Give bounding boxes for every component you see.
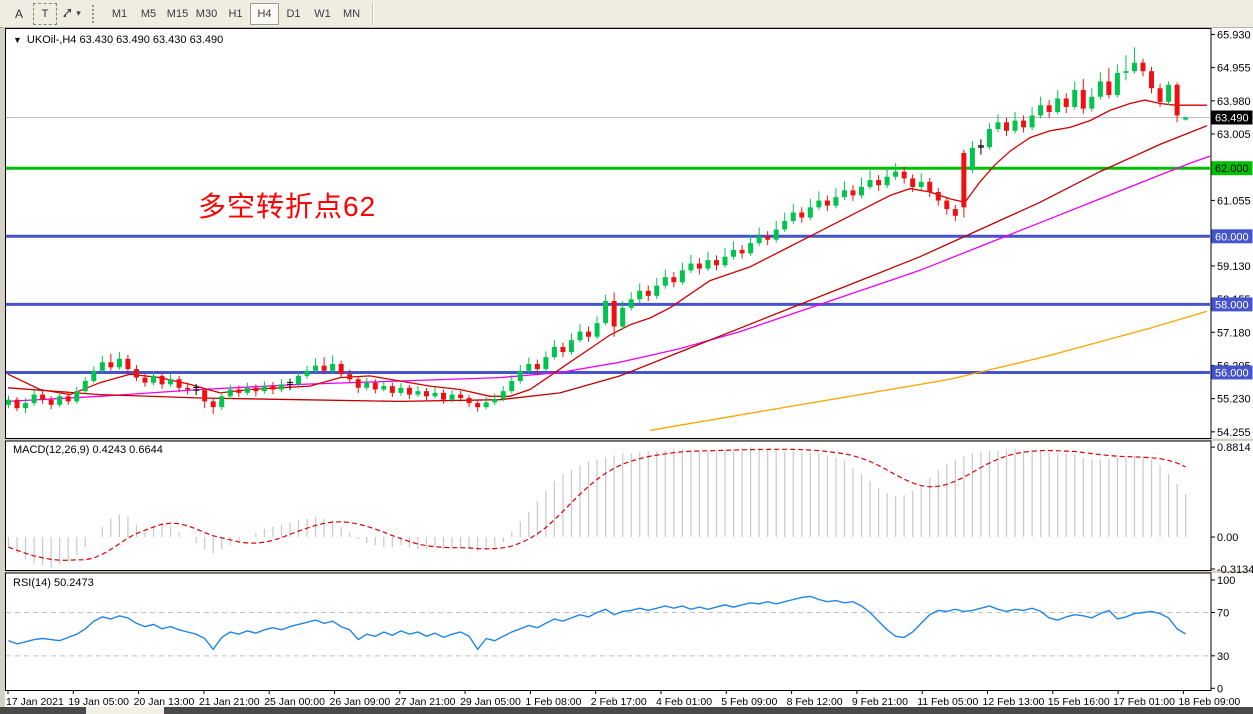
svg-text:30: 30 bbox=[1217, 651, 1229, 663]
svg-text:54.255: 54.255 bbox=[1217, 427, 1251, 439]
svg-text:0.00: 0.00 bbox=[1217, 532, 1238, 544]
rsi-indicator-title: RSI(14) 50.2473 bbox=[13, 577, 94, 589]
macd-panel[interactable] bbox=[6, 441, 1212, 571]
macd-indicator-title: MACD(12,26,9) 0.4243 0.6644 bbox=[13, 444, 163, 456]
svg-text:64.955: 64.955 bbox=[1217, 63, 1251, 75]
timeframe-m30[interactable]: M30 bbox=[192, 3, 221, 25]
svg-text:4 Feb 01:00: 4 Feb 01:00 bbox=[656, 696, 712, 708]
svg-text:1 Feb 08:00: 1 Feb 08:00 bbox=[525, 696, 581, 708]
svg-text:57.180: 57.180 bbox=[1217, 327, 1251, 339]
svg-text:61.055: 61.055 bbox=[1217, 195, 1251, 207]
svg-text:19 Jan 05:00: 19 Jan 05:00 bbox=[68, 696, 129, 708]
svg-text:21 Jan 21:00: 21 Jan 21:00 bbox=[199, 696, 260, 708]
scrollbar-track[interactable] bbox=[0, 707, 1253, 714]
svg-text:11 Feb 05:00: 11 Feb 05:00 bbox=[917, 696, 978, 708]
svg-text:63.005: 63.005 bbox=[1217, 129, 1251, 141]
svg-text:63.980: 63.980 bbox=[1217, 96, 1251, 108]
svg-text:60.000: 60.000 bbox=[1215, 231, 1249, 243]
svg-text:5 Feb 09:00: 5 Feb 09:00 bbox=[721, 696, 777, 708]
chart-title-bar: ▼ UKOil-,H4 63.430 63.490 63.430 63.490 bbox=[13, 34, 223, 46]
horizontal-scrollbar[interactable] bbox=[0, 707, 1253, 714]
svg-text:0.8814: 0.8814 bbox=[1217, 442, 1251, 454]
scrollbar-thumb[interactable] bbox=[86, 707, 164, 714]
svg-text:2 Feb 17:00: 2 Feb 17:00 bbox=[591, 696, 647, 708]
svg-text:17 Jan 2021: 17 Jan 2021 bbox=[6, 696, 64, 708]
svg-text:12 Feb 13:00: 12 Feb 13:00 bbox=[983, 696, 1045, 708]
svg-text:62.000: 62.000 bbox=[1215, 163, 1249, 175]
svg-text:15 Feb 16:00: 15 Feb 16:00 bbox=[1048, 696, 1110, 708]
text-label-tool-button[interactable]: T bbox=[33, 3, 57, 25]
timeframe-d1[interactable]: D1 bbox=[279, 3, 308, 25]
svg-text:63.490: 63.490 bbox=[1215, 113, 1249, 125]
terminal-window: A T ▾ M1 M5 M15 M30 H1 H4 D1 W1 MN ▼ UKOi… bbox=[0, 0, 1253, 714]
svg-text:65.930: 65.930 bbox=[1217, 29, 1251, 41]
svg-text:56.000: 56.000 bbox=[1215, 367, 1249, 379]
timeframe-w1[interactable]: W1 bbox=[308, 3, 337, 25]
chart-annotation[interactable]: 多空转折点62 bbox=[198, 185, 376, 225]
svg-text:27 Jan 21:00: 27 Jan 21:00 bbox=[395, 696, 456, 708]
toolbar-separator bbox=[372, 3, 373, 25]
timeframe-m1[interactable]: M1 bbox=[105, 3, 134, 25]
svg-text:18 Feb 09:00: 18 Feb 09:00 bbox=[1178, 696, 1240, 708]
chevron-down-icon: ▾ bbox=[76, 8, 81, 19]
chart-title: UKOil-,H4 63.430 63.490 63.430 63.490 bbox=[27, 34, 223, 46]
cursor-arrows-icon bbox=[61, 5, 75, 22]
svg-text:0: 0 bbox=[1217, 683, 1223, 695]
svg-text:58.000: 58.000 bbox=[1215, 299, 1249, 311]
timeframe-h1[interactable]: H1 bbox=[221, 3, 250, 25]
svg-text:9 Feb 21:00: 9 Feb 21:00 bbox=[852, 696, 908, 708]
svg-text:17 Feb 01:00: 17 Feb 01:00 bbox=[1113, 696, 1175, 708]
svg-text:20 Jan 13:00: 20 Jan 13:00 bbox=[134, 696, 195, 708]
timeframe-m15[interactable]: M15 bbox=[163, 3, 192, 25]
svg-text:25 Jan 00:00: 25 Jan 00:00 bbox=[264, 696, 325, 708]
price-panel[interactable] bbox=[6, 29, 1212, 439]
svg-text:55.230: 55.230 bbox=[1217, 394, 1251, 406]
svg-text:59.130: 59.130 bbox=[1217, 261, 1251, 273]
timeframe-h4-active[interactable]: H4 bbox=[250, 3, 279, 25]
cursor-tools-dropdown[interactable]: ▾ bbox=[59, 3, 83, 25]
svg-text:29 Jan 05:00: 29 Jan 05:00 bbox=[460, 696, 521, 708]
collapse-icon[interactable]: ▼ bbox=[13, 35, 22, 45]
svg-text:100: 100 bbox=[1217, 575, 1235, 587]
timeframe-mn[interactable]: MN bbox=[337, 3, 366, 25]
svg-text:8 Feb 12:00: 8 Feb 12:00 bbox=[787, 696, 843, 708]
toolbar-grip[interactable] bbox=[92, 5, 99, 23]
arrow-text-tool-button[interactable]: A bbox=[7, 3, 31, 25]
svg-text:70: 70 bbox=[1217, 608, 1229, 620]
chart-surface[interactable]: 65.93064.95563.98063.00561.05559.13058.1… bbox=[0, 28, 1253, 714]
svg-text:26 Jan 09:00: 26 Jan 09:00 bbox=[330, 696, 391, 708]
timeframe-m5[interactable]: M5 bbox=[134, 3, 163, 25]
toolbar: A T ▾ M1 M5 M15 M30 H1 H4 D1 W1 MN bbox=[0, 0, 1253, 28]
